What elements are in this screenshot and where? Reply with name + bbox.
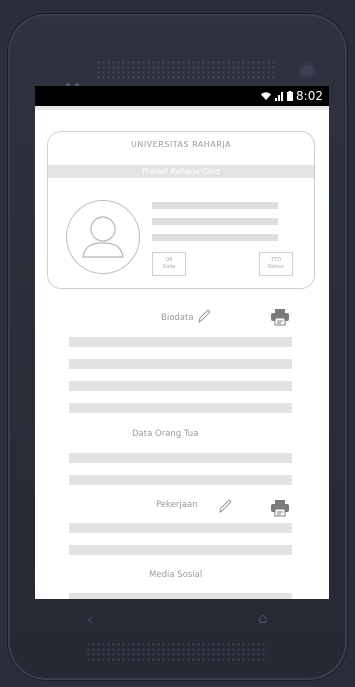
biodata-field bbox=[69, 381, 292, 391]
status-time: 8:02 bbox=[296, 89, 323, 103]
user-silhouette-icon bbox=[82, 216, 124, 258]
orang-tua-field bbox=[69, 475, 292, 485]
qr-code-box[interactable]: QR Code bbox=[152, 252, 186, 276]
biodata-field bbox=[69, 337, 292, 347]
media-sosial-field bbox=[69, 593, 292, 599]
appbar-divider bbox=[35, 106, 329, 110]
data-orang-tua-label: Data Orang Tua bbox=[132, 429, 199, 439]
biodata-field bbox=[69, 359, 292, 369]
earpiece-speaker bbox=[96, 60, 276, 80]
avatar[interactable] bbox=[66, 200, 140, 274]
card-subtitle-band: Pribadi Raharja Card bbox=[48, 165, 314, 178]
card-info-line bbox=[152, 234, 278, 241]
status-bar: 8:02 bbox=[35, 86, 329, 106]
home-icon[interactable]: ⌂ bbox=[258, 609, 268, 627]
print-pekerjaan-printer-icon[interactable] bbox=[270, 499, 290, 517]
back-icon[interactable]: ‹ bbox=[87, 610, 93, 629]
phone-screen: 8:02 UNIVERSITAS RAHARJA Pribadi Raharja… bbox=[35, 86, 329, 599]
biodata-label: Biodata bbox=[161, 313, 194, 323]
raharja-id-card: UNIVERSITAS RAHARJA Pribadi Raharja Card… bbox=[47, 131, 315, 289]
front-camera bbox=[298, 62, 316, 80]
card-university-title: UNIVERSITAS RAHARJA bbox=[130, 140, 232, 149]
bottom-navigation: ‹ ⌂ bbox=[35, 606, 329, 634]
biodata-field bbox=[69, 403, 292, 413]
orang-tua-field bbox=[69, 453, 292, 463]
edit-biodata-pencil-icon[interactable] bbox=[197, 308, 211, 324]
card-info-line bbox=[152, 202, 278, 209]
media-sosial-label: Media Sosial bbox=[149, 570, 203, 580]
ttd-rektor-box[interactable]: TTD Rektor bbox=[259, 252, 293, 276]
pekerjaan-field bbox=[69, 545, 292, 555]
pekerjaan-label: Pekerjaan bbox=[156, 500, 198, 510]
pekerjaan-field bbox=[69, 523, 292, 533]
wifi-icon bbox=[261, 92, 272, 100]
signal-icon bbox=[275, 92, 284, 101]
edit-pekerjaan-pencil-icon[interactable] bbox=[218, 498, 232, 514]
battery-icon bbox=[287, 91, 294, 101]
print-biodata-printer-icon[interactable] bbox=[270, 308, 290, 326]
card-info-line bbox=[152, 218, 278, 225]
bottom-speaker bbox=[86, 642, 268, 662]
